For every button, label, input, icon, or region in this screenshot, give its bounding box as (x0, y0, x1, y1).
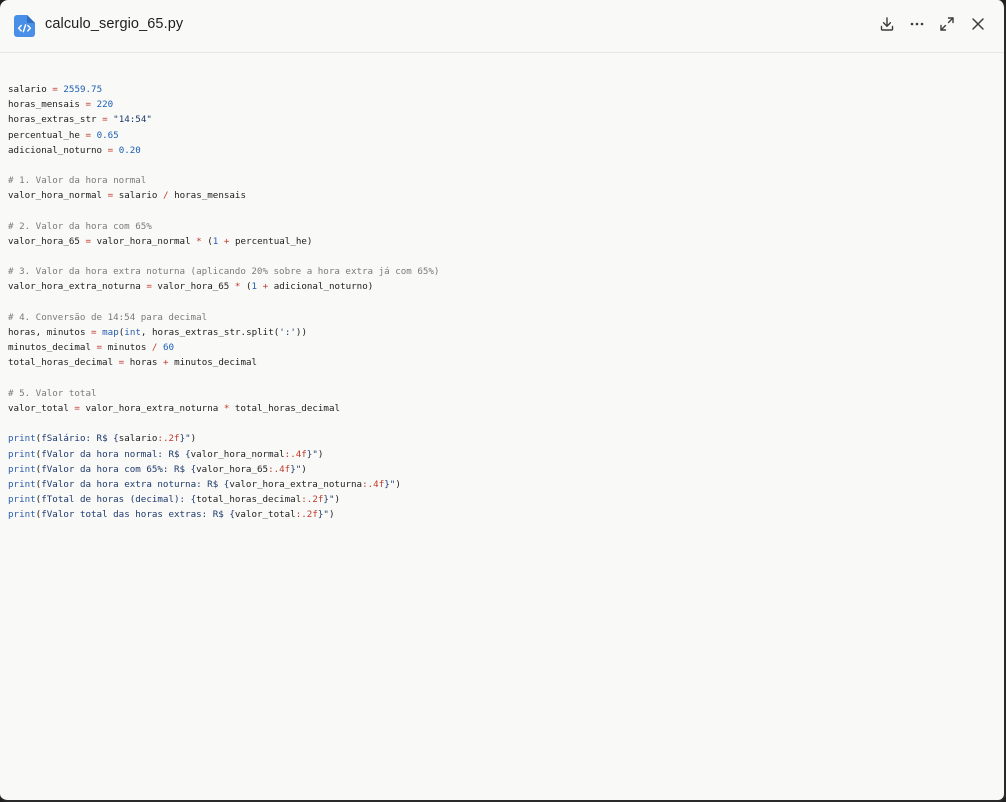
code-line: print(fValor total das horas extras: R$ … (8, 509, 335, 521)
code-line: horas, minutos = map(int, horas_extras_s… (8, 327, 307, 338)
code-line: total_horas_decimal = horas + minutos_de… (8, 357, 258, 369)
file-preview-window: calculo_sergio_65.py salario = 2559.75 h… (0, 0, 1006, 802)
preview-header: calculo_sergio_65.py (0, 0, 1004, 53)
download-button[interactable] (875, 14, 899, 38)
code-line: salario = 2559.75 (8, 84, 103, 95)
code-line: horas_extras_str = "14:54" (8, 114, 152, 126)
code-line: valor_total = valor_hora_extra_noturna *… (8, 402, 341, 414)
code-viewer[interactable]: salario = 2559.75 horas_mensais = 220 hora… (8, 82, 439, 522)
code-line: print(fValor da hora com 65%: R$ {valor_… (8, 463, 307, 475)
code-line: adicional_noturno = 0.20 (8, 144, 141, 156)
code-line: # 1. Valor da hora normal (8, 175, 147, 187)
code-line: horas_mensais = 220 (8, 99, 114, 111)
download-icon (879, 16, 895, 37)
code-line: print(fValor da hora normal: R$ {valor_h… (8, 448, 324, 460)
code-line: valor_hora_extra_noturna = valor_hora_65… (8, 281, 374, 293)
file-name: calculo_sergio_65.py (45, 16, 184, 32)
code-file-icon (14, 15, 35, 37)
more-options-button[interactable] (905, 14, 929, 38)
code-line: percentual_he = 0.65 (8, 129, 119, 141)
code-line: # 5. Valor total (8, 387, 97, 399)
expand-button[interactable] (935, 14, 959, 38)
code-line: print(fValor da hora extra noturna: R$ {… (8, 478, 401, 490)
close-icon (970, 16, 986, 37)
code-line: # 4. Conversão de 14:54 para decimal (8, 311, 208, 323)
expand-icon (939, 16, 955, 37)
code-line: # 3. Valor da hora extra noturna (aplica… (8, 266, 440, 278)
code-line: print(fSalário: R$ {salario:.2f}") (8, 433, 197, 445)
code-line: valor_hora_normal = salario / horas_mens… (8, 190, 246, 202)
code-line: # 2. Valor da hora com 65% (8, 220, 152, 232)
code-line: valor_hora_65 = valor_hora_normal * (1 +… (8, 235, 313, 247)
more-options-icon (909, 16, 925, 37)
code-line: print(fTotal de horas (decimal): {total_… (8, 494, 341, 506)
code-line: minutos_decimal = minutos / 60 (8, 342, 175, 354)
close-button[interactable] (966, 14, 990, 38)
